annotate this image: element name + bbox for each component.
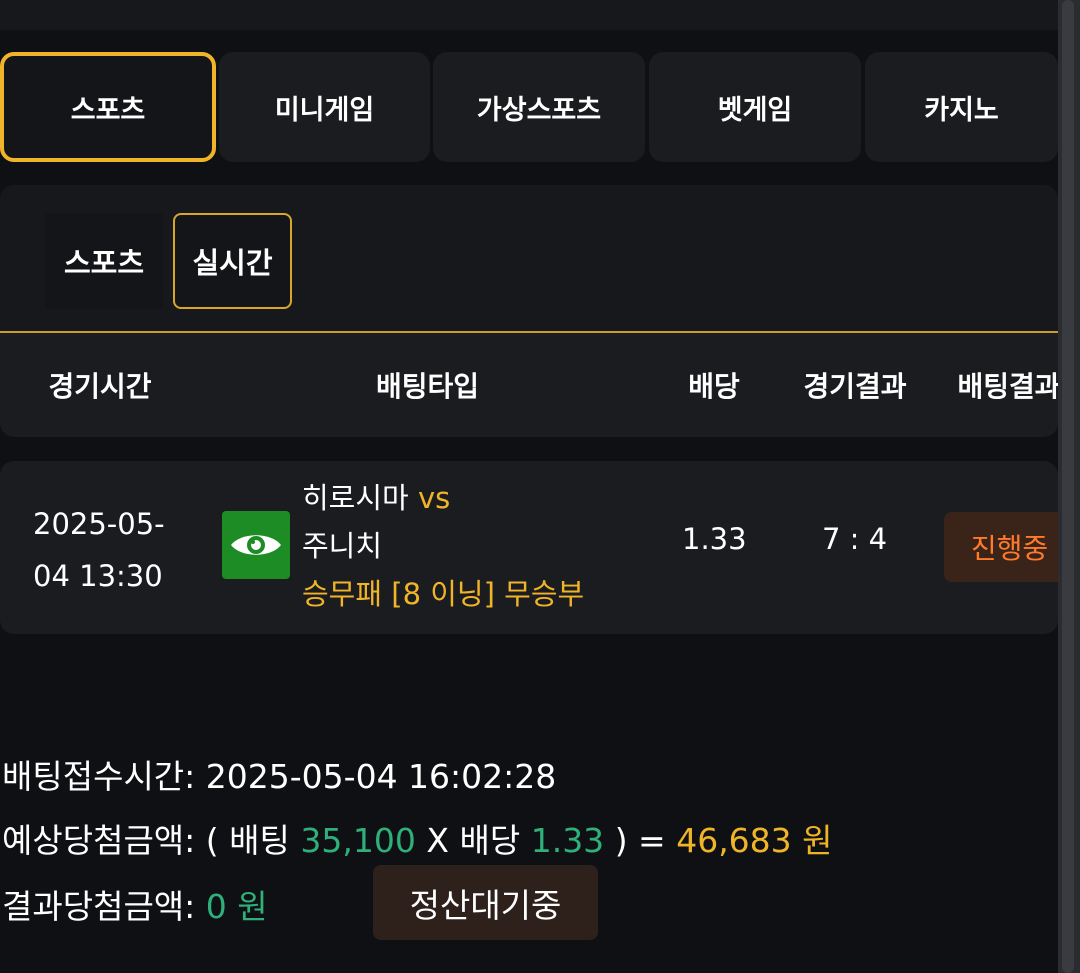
subtab-live[interactable]: 실시간 (173, 213, 292, 309)
header-odds: 배당 (688, 370, 740, 403)
eye-icon-glyph (231, 535, 281, 555)
header-bet-type: 배팅타입 (375, 370, 480, 403)
bet-market: 승무패 [8 이닝] 무승부 (302, 577, 585, 611)
game-score: 7 : 4 (822, 522, 888, 556)
bet-time-value: 2025-05-04 16:02:28 (205, 757, 557, 796)
tab-sports[interactable]: 스포츠 (0, 52, 216, 162)
settlement-pending-button[interactable]: 정산대기중 (373, 865, 598, 940)
result-label: 결과당첨금액: (2, 887, 196, 926)
result-amount: 0 원 (205, 887, 268, 926)
odds-value: 1.33 (682, 522, 747, 556)
category-tabs: 스포츠 미니게임 가상스포츠 벳게임 카지노 (0, 52, 1058, 162)
header-time: 경기시간 (48, 370, 152, 403)
tab-betgame[interactable]: 벳게임 (649, 52, 861, 162)
game-time: 2025-05- 04 13:30 (33, 498, 183, 602)
top-strip (0, 0, 1058, 30)
open-paren: ( (205, 821, 219, 860)
subtab-sports[interactable]: 스포츠 (45, 213, 163, 309)
scrollbar-thumb[interactable] (1062, 0, 1074, 973)
eye-icon[interactable] (222, 511, 290, 579)
times-sign: X (426, 821, 449, 860)
bet-time-line: 배팅접수시간: 2025-05-04 16:02:28 (2, 750, 556, 798)
game-clock: 04 13:30 (33, 559, 163, 593)
table-header: 경기시간 배팅타입 배당 경기결과 배팅결과 (0, 333, 1061, 437)
summary-odds: 1.33 (530, 821, 605, 860)
game-date: 2025-05- (33, 507, 165, 541)
expected-label: 예상당첨금액: (2, 821, 196, 860)
bet-label: 배팅 (229, 821, 290, 860)
close-paren-equals: ) = (614, 821, 666, 860)
expected-amount: 46,683 원 (676, 821, 833, 860)
header-game-result: 경기결과 (803, 370, 907, 403)
match-info: 히로시마 vs 주니치 승무패 [8 이닝] 무승부 (302, 474, 584, 618)
tab-casino[interactable]: 카지노 (865, 52, 1058, 162)
bet-time-label: 배팅접수시간: (2, 757, 196, 796)
expected-win-line: 예상당첨금액: ( 배팅 35,100 X 배당 1.33 ) = 46,683… (2, 814, 833, 862)
bet-history-page: 스포츠 미니게임 가상스포츠 벳게임 카지노 스포츠 실시간 경기시간 배팅타입… (0, 0, 1080, 973)
result-win-line: 결과당첨금액: 0 원 (2, 880, 268, 928)
vs-label: vs (417, 481, 451, 515)
header-bet-result: 배팅결과 (957, 370, 1061, 403)
home-team: 히로시마 (302, 481, 409, 515)
bet-amount: 35,100 (300, 821, 416, 860)
status-badge: 진행중 (944, 512, 1075, 582)
odds-label: 배당 (459, 821, 521, 860)
tab-virtual-sports[interactable]: 가상스포츠 (433, 52, 645, 162)
tab-minigame[interactable]: 미니게임 (219, 52, 430, 162)
away-team: 주니치 (302, 529, 383, 563)
